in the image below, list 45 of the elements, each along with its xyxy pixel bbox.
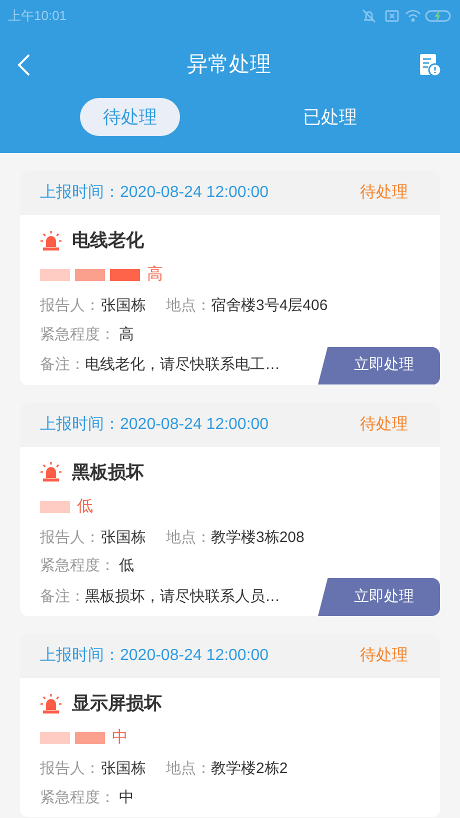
- alarm-light-icon: [40, 230, 62, 252]
- field-label: 备注：: [40, 586, 85, 606]
- back-icon: [16, 53, 32, 77]
- note-text: 黑板损坏，请尽快联系人员…: [85, 586, 280, 606]
- urgency-text: 低: [119, 556, 134, 576]
- reporter-name: 张国栋: [101, 528, 146, 548]
- status-label: 待处理: [360, 414, 408, 434]
- alarm-light-icon: [40, 692, 62, 714]
- field-label: 报告人：: [40, 759, 100, 779]
- location-text: 教学楼2栋2: [211, 759, 288, 779]
- urgency-text: 高: [119, 324, 134, 344]
- report-time: 上报时间：2020-08-24 12:00:00: [40, 646, 269, 666]
- urgency-level-text: 中: [112, 728, 128, 748]
- report-time: 上报时间：2020-08-24 12:00:00: [40, 414, 269, 434]
- document-alert-icon: [418, 53, 442, 77]
- report-time: 上报时间：2020-08-24 12:00:00: [40, 182, 269, 203]
- report-title: 黑板损坏: [72, 460, 144, 484]
- handle-now-button[interactable]: 立即处理: [318, 578, 440, 616]
- field-label: 报告人：: [40, 528, 100, 548]
- field-label: 紧急程度：: [40, 788, 115, 808]
- status-label: 待处理: [360, 646, 408, 666]
- field-label: 地点：: [166, 528, 211, 548]
- tab[interactable]: 已处理: [280, 98, 380, 136]
- field-label: 地点：: [166, 296, 211, 316]
- urgency-level-text: 高: [147, 264, 163, 285]
- tab[interactable]: 待处理: [80, 98, 180, 136]
- location-text: 宿舍楼3号4层406: [211, 296, 328, 316]
- status-time: 上午10:01: [8, 7, 67, 26]
- field-label: 报告人：: [40, 296, 100, 316]
- handle-now-button[interactable]: 立即处理: [318, 346, 440, 384]
- report-title: 显示屏损坏: [72, 692, 162, 715]
- report-title: 电线老化: [72, 229, 144, 252]
- location-text: 教学楼3栋208: [211, 528, 304, 548]
- field-label: 紧急程度：: [40, 324, 115, 344]
- field-label: 紧急程度：: [40, 556, 115, 576]
- reporter-name: 张国栋: [101, 296, 146, 316]
- page-title: 异常处理: [187, 52, 271, 78]
- alarm-light-icon: [40, 461, 62, 483]
- urgency-text: 中: [119, 788, 134, 808]
- status-label: 待处理: [360, 182, 408, 203]
- note-text: 电线老化，请尽快联系电工…: [85, 355, 280, 375]
- urgency-level-text: 低: [77, 496, 93, 516]
- field-label: 地点：: [166, 759, 211, 779]
- field-label: 备注：: [40, 355, 85, 375]
- reporter-name: 张国栋: [101, 759, 146, 779]
